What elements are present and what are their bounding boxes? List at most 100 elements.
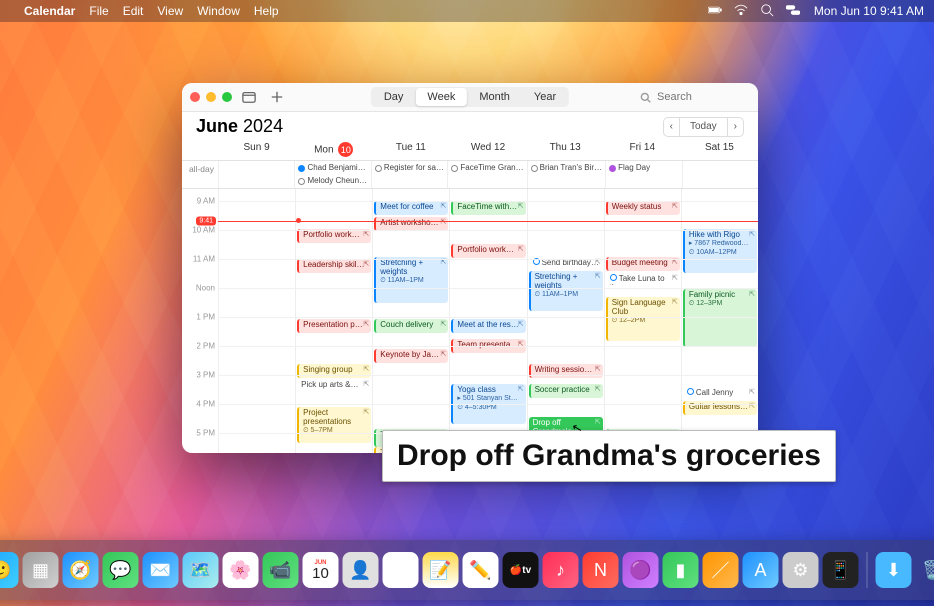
prev-week-button[interactable]: ‹ — [663, 117, 679, 137]
fullscreen-button[interactable] — [222, 92, 232, 102]
allday-event[interactable]: Register for sa… — [373, 162, 446, 174]
app-menu[interactable]: Calendar — [24, 4, 75, 18]
event[interactable]: Presentation p…⇱ — [297, 319, 371, 333]
event[interactable]: Family picnic⏲ 12–3PM⇱ — [683, 289, 757, 347]
event[interactable]: Portfolio work…⇱ — [451, 244, 525, 258]
view-day[interactable]: Day — [372, 88, 416, 106]
dock-launchpad[interactable]: ▦ — [23, 552, 59, 588]
event[interactable]: Meet at the res…⇱ — [451, 319, 525, 333]
event[interactable]: Pick up arts &…⇱ — [297, 379, 371, 391]
event[interactable]: Keynote by Ja…⇱ — [374, 349, 448, 363]
event[interactable]: Singing group⇱ — [297, 364, 371, 378]
allday-wed[interactable]: FaceTime Gran… — [447, 161, 526, 188]
menu-file[interactable]: File — [89, 4, 108, 18]
allday-event[interactable]: Flag Day — [607, 162, 680, 174]
hours-column: 9 AM10 AM11 AMNoon1 PM2 PM3 PM4 PM5 PM6 … — [182, 189, 218, 453]
event[interactable]: Guitar lessons…⇱ — [683, 401, 757, 415]
allday-sat[interactable] — [682, 161, 758, 188]
dock-tv[interactable]: 🍎tv — [503, 552, 539, 588]
event[interactable]: Soccer practice⇱ — [529, 384, 603, 398]
col-wed[interactable]: FaceTime with…⇱ Portfolio work…⇱ Meet at t… — [449, 189, 526, 453]
dock-notes[interactable]: 📝 — [423, 552, 459, 588]
dock-news[interactable]: N — [583, 552, 619, 588]
event[interactable]: Writing sessio…⇱ — [529, 364, 603, 378]
dock-calendar[interactable]: JUN10 — [303, 552, 339, 588]
add-event-icon[interactable] — [266, 87, 288, 107]
event[interactable]: Take Luna to th…⇱ — [606, 273, 680, 285]
allday-sun[interactable] — [218, 161, 294, 188]
menubar-clock[interactable]: Mon Jun 10 9:41 AM — [814, 4, 924, 18]
allday-event[interactable]: Brian Tran's Bir… — [529, 162, 604, 174]
search-field[interactable] — [640, 90, 750, 104]
dock-finder[interactable]: 🙂 — [0, 552, 19, 588]
event[interactable]: Send birthday…⇱ — [529, 257, 603, 269]
dock-freeform[interactable]: ✏️ — [463, 552, 499, 588]
dock-maps[interactable]: 🗺️ — [183, 552, 219, 588]
allday-event[interactable]: Melody Cheun… — [296, 175, 369, 187]
battery-icon[interactable] — [708, 3, 722, 20]
close-button[interactable] — [190, 92, 200, 102]
event[interactable]: Couch delivery⇱ — [374, 319, 448, 333]
event[interactable]: Artist worksho…⇱ — [374, 217, 448, 231]
dock-music[interactable]: ♪ — [543, 552, 579, 588]
dock-facetime[interactable]: 📹 — [263, 552, 299, 588]
event[interactable]: Hike with Rigo▸ 7867 Redwood…⏲ 10AM–12PM… — [683, 229, 757, 273]
now-indicator-label: 9:41 — [196, 216, 216, 225]
dock-appstore[interactable]: A — [743, 552, 779, 588]
dock-safari[interactable]: 🧭 — [63, 552, 99, 588]
view-week[interactable]: Week — [415, 88, 467, 106]
menu-edit[interactable]: Edit — [123, 4, 144, 18]
dock-trash[interactable]: 🗑️ — [916, 552, 934, 588]
dock-numbers[interactable]: ▮ — [663, 552, 699, 588]
dock-photos[interactable]: 🌸 — [223, 552, 259, 588]
event[interactable]: Portfolio work…⇱ — [297, 229, 371, 243]
dock-settings[interactable]: ⚙︎ — [783, 552, 819, 588]
col-mon[interactable]: Portfolio work…⇱ Leadership skil…⇱ Present… — [295, 189, 372, 453]
minimize-button[interactable] — [206, 92, 216, 102]
allday-tue[interactable]: Register for sa… — [371, 161, 447, 188]
today-button[interactable]: Today — [679, 117, 728, 137]
event[interactable]: Call Jenny⇱ — [683, 387, 757, 399]
event[interactable]: Stretching + weights⏲ 11AM–1PM⇱ — [374, 257, 448, 303]
event[interactable]: Leadership skil…⇱ — [297, 259, 371, 273]
allday-label: all-day — [182, 161, 218, 188]
event[interactable]: Sign Language Club⏲ 12–2PM⇱ — [606, 297, 680, 341]
dock-reminders[interactable]: ☰ — [383, 552, 419, 588]
menu-help[interactable]: Help — [254, 4, 279, 18]
control-center-icon[interactable] — [786, 3, 800, 20]
col-tue[interactable]: Meet for coffee⇱ Artist worksho…⇱ Stretchi… — [372, 189, 449, 453]
dock-pages[interactable]: ／ — [703, 552, 739, 588]
menu-window[interactable]: Window — [197, 4, 240, 18]
col-sat[interactable]: Hike with Rigo▸ 7867 Redwood…⏲ 10AM–12PM… — [681, 189, 758, 453]
allday-event[interactable]: Chad Benjami… — [296, 162, 369, 174]
view-month[interactable]: Month — [467, 88, 522, 106]
allday-event[interactable]: FaceTime Gran… — [449, 162, 525, 174]
allday-thu[interactable]: Brian Tran's Bir… — [527, 161, 605, 188]
search-input[interactable] — [655, 90, 739, 104]
next-week-button[interactable]: › — [728, 117, 744, 137]
allday-fri[interactable]: Flag Day — [605, 161, 681, 188]
wifi-icon[interactable] — [734, 3, 748, 20]
event[interactable]: Weekly status⇱ — [606, 201, 680, 215]
spotlight-icon[interactable] — [760, 3, 774, 20]
dock-messages[interactable]: 💬 — [103, 552, 139, 588]
menu-view[interactable]: View — [157, 4, 183, 18]
event[interactable]: Team presenta…⇱ — [451, 339, 525, 353]
event[interactable]: Meet for coffee⇱ — [374, 201, 448, 215]
event[interactable]: FaceTime with…⇱ — [451, 201, 525, 215]
dock-contacts[interactable]: 👤 — [343, 552, 379, 588]
allday-mon[interactable]: Chad Benjami…Melody Cheun… — [294, 161, 370, 188]
dock-iphone-mirroring[interactable]: 📱 — [823, 552, 859, 588]
col-thu[interactable]: Send birthday…⇱ Stretching + weights⏲ 11A… — [527, 189, 604, 453]
col-sun[interactable] — [218, 189, 295, 453]
calendars-sidebar-icon[interactable] — [238, 87, 260, 107]
event[interactable]: Project presentations⏲ 5–7PM⇱ — [297, 407, 371, 443]
dock-podcasts[interactable]: 🟣 — [623, 552, 659, 588]
dock-mail[interactable]: ✉️ — [143, 552, 179, 588]
col-fri[interactable]: Weekly status⇱ Budget meeting⇱ Take Luna t… — [604, 189, 681, 453]
dock-downloads[interactable]: ⬇︎ — [876, 552, 912, 588]
view-year[interactable]: Year — [522, 88, 568, 106]
event[interactable]: Stretching + weights⏲ 11AM–1PM⇱ — [529, 271, 603, 311]
event[interactable]: Budget meeting⇱ — [606, 257, 680, 271]
event[interactable]: Yoga class▸ 501 Stanyan St…⏲ 4–5:30PM⇱ — [451, 384, 525, 424]
